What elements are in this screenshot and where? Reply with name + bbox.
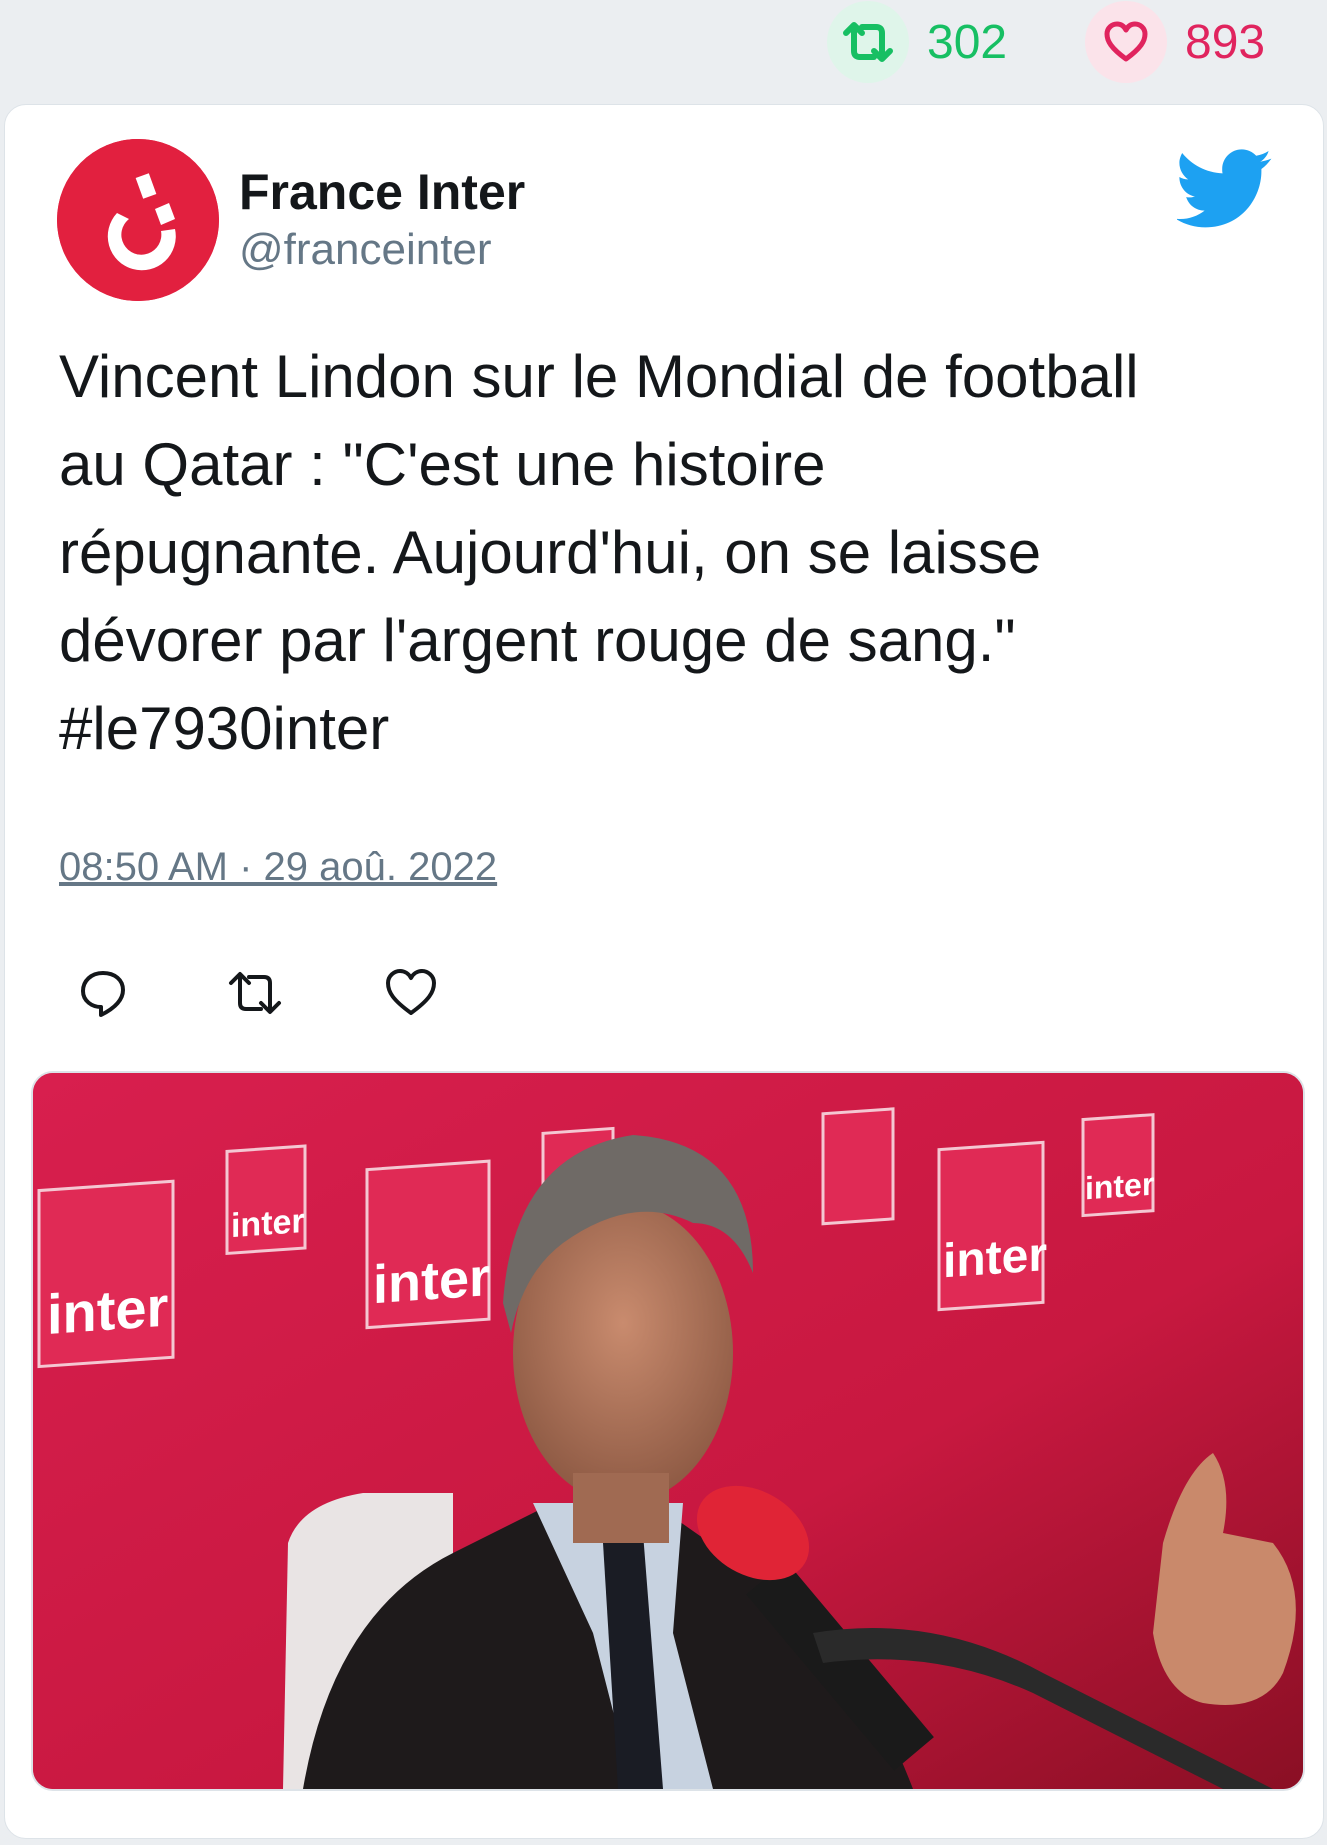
tweet-media-image[interactable]: inter inter inter inter inter (31, 1071, 1305, 1791)
backdrop-logo-panel: inter (225, 1144, 307, 1256)
tweet-timestamp[interactable]: 08:50 AM · 29 aoû. 2022 (59, 845, 497, 890)
reply-icon[interactable] (75, 965, 131, 1021)
studio-photo: inter inter inter inter inter (33, 1073, 1303, 1789)
backdrop-logo-panel: inter (1081, 1113, 1155, 1218)
tweet-card: France Inter @franceinter Vincent Lindon… (4, 104, 1324, 1839)
like-stat[interactable]: 893 (1085, 1, 1266, 83)
backdrop-logo-panel (821, 1107, 895, 1226)
heart-icon[interactable] (383, 965, 439, 1021)
author-name[interactable]: France Inter (239, 163, 525, 221)
like-count: 893 (1185, 15, 1266, 69)
retweet-count: 302 (927, 15, 1008, 69)
svg-text:inter: inter (373, 1247, 490, 1315)
avatar[interactable] (57, 139, 219, 301)
tweet-text: Vincent Lindon sur le Mondial de footbal… (59, 343, 1139, 762)
svg-text:inter: inter (47, 1275, 168, 1346)
twitter-bird-icon[interactable] (1177, 149, 1273, 229)
tweet-stats-bar: 302 893 (0, 0, 1327, 95)
svg-text:inter: inter (231, 1202, 305, 1245)
backdrop-logo-panel: inter (37, 1179, 175, 1369)
heart-stat-icon (1085, 1, 1167, 83)
france-inter-logo-icon (57, 139, 219, 301)
backdrop-logo-panel: inter (937, 1140, 1047, 1312)
retweet-stat-icon (827, 1, 909, 83)
svg-text:inter: inter (1085, 1166, 1154, 1207)
retweet-icon[interactable] (225, 965, 281, 1021)
retweet-stat[interactable]: 302 (827, 1, 1008, 83)
author-handle[interactable]: @franceinter (239, 225, 492, 275)
backdrop-logo-panel: inter (365, 1159, 491, 1330)
svg-text:inter: inter (943, 1228, 1047, 1288)
